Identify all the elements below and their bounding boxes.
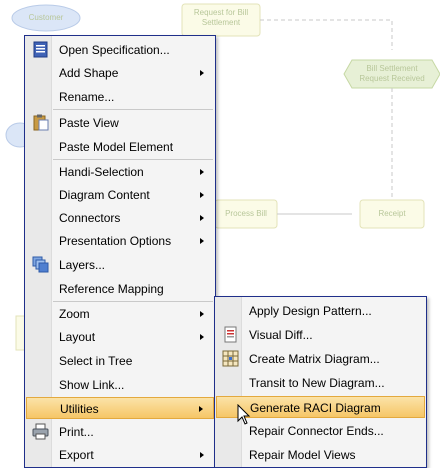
menu-item-label: Select in Tree <box>59 354 133 368</box>
menu-item-repair-model-views[interactable]: Repair Model Views <box>216 444 425 466</box>
mouse-pointer-icon <box>237 404 251 425</box>
process-bill-node-label: Process Bill <box>225 209 267 218</box>
menu-separator <box>53 301 213 302</box>
submenu-arrow-icon <box>200 238 204 244</box>
menu-item-label: Print... <box>59 425 94 439</box>
menu-item-label: Open Specification... <box>59 43 170 57</box>
menu-item-zoom[interactable]: Zoom <box>26 303 214 325</box>
menu-item-apply-design-pattern[interactable]: Apply Design Pattern... <box>216 300 425 322</box>
customer-node-label: Customer <box>28 13 64 22</box>
menu-item-label: Handi-Selection <box>59 165 144 179</box>
menu-item-handi-selection[interactable]: Handi-Selection <box>26 161 214 183</box>
menu-item-label: Generate RACI Diagram <box>250 401 381 415</box>
menu-item-label: Connectors <box>59 211 121 225</box>
utilities-submenu: Apply Design Pattern... Visual Diff... C… <box>214 296 427 468</box>
submenu-arrow-icon <box>200 192 204 198</box>
submenu-arrow-icon <box>200 70 204 76</box>
menu-item-show-link[interactable]: Show Link... <box>26 374 214 396</box>
menu-item-label: Paste View <box>59 116 119 130</box>
receipt-node-label: Receipt <box>378 209 406 218</box>
layers-icon <box>32 256 49 273</box>
menu-item-label: Zoom <box>59 307 90 321</box>
menu-item-open-specification[interactable]: Open Specification... <box>26 39 214 61</box>
submenu-arrow-icon <box>200 311 204 317</box>
submenu-arrow-icon <box>200 452 204 458</box>
menu-item-label: Transit to New Diagram... <box>249 376 385 390</box>
menu-item-rename[interactable]: Rename... <box>26 86 214 108</box>
paste-icon <box>33 114 49 131</box>
menu-item-label: Create Matrix Diagram... <box>249 352 380 366</box>
menu-item-visual-diff[interactable]: Visual Diff... <box>216 324 425 346</box>
menu-item-presentation-options[interactable]: Presentation Options <box>26 230 214 252</box>
menu-item-label: Diagram Content <box>59 188 150 202</box>
menu-separator <box>53 159 213 160</box>
menu-item-label: Visual Diff... <box>249 328 313 342</box>
menu-item-label: Rename... <box>59 90 115 104</box>
menu-item-paste-model-element[interactable]: Paste Model Element <box>26 136 214 158</box>
request-node-label: Request for Bill Settlement <box>193 8 249 27</box>
menu-item-transit-to-new-diagram[interactable]: Transit to New Diagram... <box>216 372 425 394</box>
menu-item-label: Repair Model Views <box>249 448 356 462</box>
visual-diff-icon <box>224 326 237 343</box>
menu-item-label: Layers... <box>59 258 106 272</box>
menu-item-label: Paste Model Element <box>59 140 174 154</box>
menu-item-select-in-tree[interactable]: Select in Tree <box>26 350 214 372</box>
submenu-arrow-icon <box>200 169 204 175</box>
menu-item-export[interactable]: Export <box>26 444 214 466</box>
menu-item-label: Presentation Options <box>59 234 172 248</box>
diagram-context-menu: Open Specification... Add Shape Rename..… <box>24 35 216 468</box>
menu-item-label: Reference Mapping <box>59 282 164 296</box>
menu-item-connectors[interactable]: Connectors <box>26 207 214 229</box>
menu-item-paste-view[interactable]: Paste View <box>26 112 214 134</box>
menu-item-add-shape[interactable]: Add Shape <box>26 62 214 84</box>
menu-item-diagram-content[interactable]: Diagram Content <box>26 184 214 206</box>
menu-item-label: Add Shape <box>59 66 119 80</box>
menu-item-label: Repair Connector Ends... <box>249 424 384 438</box>
printer-icon <box>32 423 49 440</box>
bill-received-node-label: Bill Settlement Request Received <box>359 64 425 83</box>
menu-item-label: Export <box>59 448 94 462</box>
menu-item-label: Utilities <box>60 402 99 416</box>
menu-item-print[interactable]: Print... <box>26 421 214 443</box>
menu-item-utilities[interactable]: Utilities <box>26 397 214 419</box>
menu-item-label: Layout <box>59 330 96 344</box>
menu-item-layout[interactable]: Layout <box>26 326 214 348</box>
menu-item-reference-mapping[interactable]: Reference Mapping <box>26 278 214 300</box>
menu-item-label: Apply Design Pattern... <box>249 304 372 318</box>
matrix-icon <box>222 350 239 367</box>
menu-item-label: Show Link... <box>59 378 125 392</box>
specification-icon <box>33 41 48 58</box>
submenu-arrow-icon <box>199 406 203 412</box>
submenu-arrow-icon <box>200 334 204 340</box>
menu-item-layers[interactable]: Layers... <box>26 254 214 276</box>
submenu-arrow-icon <box>200 215 204 221</box>
menu-item-create-matrix-diagram[interactable]: Create Matrix Diagram... <box>216 348 425 370</box>
menu-separator <box>53 109 213 110</box>
